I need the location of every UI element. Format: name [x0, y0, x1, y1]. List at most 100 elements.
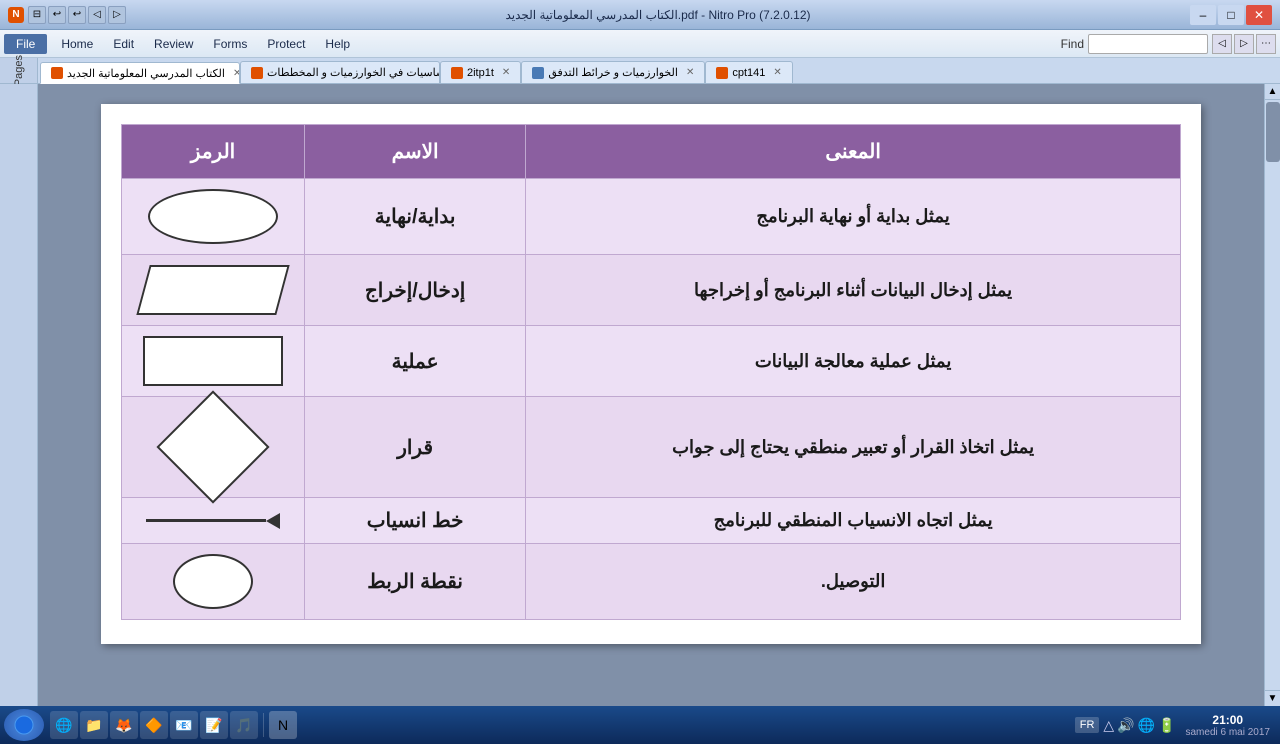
tb-btn-5[interactable]: ▷ [108, 6, 126, 24]
tray-icon-2[interactable]: 🔊 [1117, 717, 1134, 734]
name-6: نقطة الربط [305, 544, 526, 620]
header-meaning: المعنى [526, 125, 1181, 179]
find-prev-button[interactable]: ◁ [1212, 34, 1232, 54]
menu-bar: File Home Edit Review Forms Protect Help… [0, 30, 1280, 58]
arrow-line-icon [146, 519, 266, 522]
meaning-5: يمثل اتجاه الانسياب المنطقي للبرنامج [526, 498, 1181, 544]
taskbar-folder-icon[interactable]: 📁 [80, 711, 108, 739]
scroll-down-button[interactable]: ▼ [1265, 690, 1280, 706]
symbol-2 [122, 255, 305, 326]
taskbar-app-icon-1[interactable]: 🔶 [140, 711, 168, 739]
menu-protect[interactable]: Protect [257, 34, 315, 54]
name-5: خط انسياب [305, 498, 526, 544]
meaning-3: يمثل عملية معالجة البيانات [526, 326, 1181, 397]
header-name: الاسم [305, 125, 526, 179]
tab-icon-4 [716, 67, 728, 79]
tab-label-0: الكتاب المدرسي المعلوماتية الجديد [67, 67, 225, 80]
minimize-button[interactable]: – [1190, 5, 1216, 25]
header-symbol: الرمز [122, 125, 305, 179]
tab-3[interactable]: الخوارزميات و خرائط التدفق ✕ [521, 61, 705, 83]
tray-icon-3[interactable]: 🌐 [1138, 717, 1155, 734]
scroll-thumb[interactable] [1266, 102, 1280, 162]
table-row: التوصيل. نقطة الربط [122, 544, 1181, 620]
search-area: Find ◁ ▷ ⋯ [1061, 34, 1276, 54]
clock-area[interactable]: 21:00 samedi 6 mai 2017 [1180, 713, 1277, 738]
scroll-up-button[interactable]: ▲ [1265, 84, 1280, 100]
arrow-shape [138, 513, 288, 529]
menu-forms[interactable]: Forms [203, 34, 257, 54]
tray-icon-4[interactable]: 🔋 [1158, 717, 1175, 734]
find-input[interactable] [1088, 34, 1208, 54]
meaning-4: يمثل اتخاذ القرار أو تعبير منطقي يحتاج إ… [526, 397, 1181, 498]
symbol-3 [122, 326, 305, 397]
tab-label-1: أساسيات في الخوارزميات و المخططات [267, 66, 440, 79]
table-row: يمثل بداية أو نهاية البرنامج بداية/نهاية [122, 179, 1181, 255]
meaning-2: يمثل إدخال البيانات أثناء البرنامج أو إخ… [526, 255, 1181, 326]
menu-items: Home Edit Review Forms Protect Help [51, 34, 360, 54]
table-row: يمثل عملية معالجة البيانات عملية [122, 326, 1181, 397]
ellipse-shape [148, 189, 278, 244]
flowchart-table: المعنى الاسم الرمز يمثل بداية أو نهاية ا… [121, 124, 1181, 620]
tab-close-4[interactable]: ✕ [773, 67, 781, 78]
arrow-head-icon [266, 513, 280, 529]
close-button[interactable]: ✕ [1246, 5, 1272, 25]
tab-2[interactable]: 2itp1t ✕ [440, 61, 521, 83]
small-ellipse-shape [173, 554, 253, 609]
name-3: عملية [305, 326, 526, 397]
app-icon: N [8, 7, 24, 23]
find-next-button[interactable]: ▷ [1234, 34, 1254, 54]
window-title: الكتاب المدرسي المعلوماتية الجديد.pdf - … [126, 8, 1190, 22]
tab-close-2[interactable]: ✕ [502, 67, 510, 78]
find-label: Find [1061, 37, 1084, 51]
tab-close-3[interactable]: ✕ [686, 67, 694, 78]
tab-label-3: الخوارزميات و خرائط التدفق [548, 66, 678, 79]
tab-icon-0 [51, 67, 63, 79]
menu-help[interactable]: Help [315, 34, 360, 54]
tb-btn-1[interactable]: ⊟ [28, 6, 46, 24]
meaning-1: يمثل بداية أو نهاية البرنامج [526, 179, 1181, 255]
menu-edit[interactable]: Edit [103, 34, 144, 54]
tab-0[interactable]: الكتاب المدرسي المعلوماتية الجديد ✕ [40, 62, 240, 84]
start-button[interactable] [4, 709, 44, 741]
right-scrollbar[interactable]: ▲ ▼ [1264, 84, 1280, 706]
maximize-button[interactable]: □ [1218, 5, 1244, 25]
tb-btn-4[interactable]: ◁ [88, 6, 106, 24]
tab-4[interactable]: cpt141 ✕ [705, 61, 792, 83]
rectangle-shape [143, 336, 283, 386]
symbol-6 [122, 544, 305, 620]
pdf-page: المعنى الاسم الرمز يمثل بداية أو نهاية ا… [101, 104, 1201, 644]
menu-home[interactable]: Home [51, 34, 103, 54]
taskbar-app-icon-4[interactable]: 🎵 [230, 711, 258, 739]
clock-time: 21:00 [1186, 713, 1271, 727]
tb-btn-2[interactable]: ↩ [48, 6, 66, 24]
taskbar: 🌐 📁 🦊 🔶 📧 📝 🎵 N FR △ 🔊 🌐 🔋 21:00 samedi … [0, 706, 1280, 744]
name-4: قرار [305, 397, 526, 498]
find-options-button[interactable]: ⋯ [1256, 34, 1276, 54]
taskbar-nitro-icon[interactable]: N [269, 711, 297, 739]
main-area: المعنى الاسم الرمز يمثل بداية أو نهاية ا… [0, 84, 1280, 706]
taskbar-app-icon-3[interactable]: 📝 [200, 711, 228, 739]
tab-1[interactable]: أساسيات في الخوارزميات و المخططات ✕ [240, 61, 440, 83]
taskbar-right: FR △ 🔊 🌐 🔋 21:00 samedi 6 mai 2017 [1075, 713, 1276, 738]
tab-icon-2 [451, 67, 463, 79]
menu-file[interactable]: File [4, 34, 47, 54]
menu-review[interactable]: Review [144, 34, 203, 54]
name-1: بداية/نهاية [305, 179, 526, 255]
language-indicator: FR [1075, 717, 1100, 733]
tb-btn-3[interactable]: ↩ [68, 6, 86, 24]
taskbar-app-icon-2[interactable]: 📧 [170, 711, 198, 739]
title-bar: N ⊟ ↩ ↩ ◁ ▷ الكتاب المدرسي المعلوماتية ا… [0, 0, 1280, 30]
tray-icon-1[interactable]: △ [1103, 717, 1114, 734]
taskbar-ie-icon[interactable]: 🌐 [50, 711, 78, 739]
title-bar-menu-buttons: ⊟ ↩ ↩ ◁ ▷ [28, 6, 126, 24]
tab-label-2: 2itp1t [467, 67, 494, 79]
symbol-5 [122, 498, 305, 544]
window-controls: – □ ✕ [1190, 5, 1272, 25]
content-area[interactable]: المعنى الاسم الرمز يمثل بداية أو نهاية ا… [38, 84, 1264, 706]
taskbar-browser-icon[interactable]: 🦊 [110, 711, 138, 739]
clock-date: samedi 6 mai 2017 [1186, 727, 1271, 738]
symbol-1 [122, 179, 305, 255]
parallelogram-shape [136, 265, 289, 315]
taskbar-separator [263, 713, 264, 737]
tab-close-0[interactable]: ✕ [233, 68, 240, 79]
